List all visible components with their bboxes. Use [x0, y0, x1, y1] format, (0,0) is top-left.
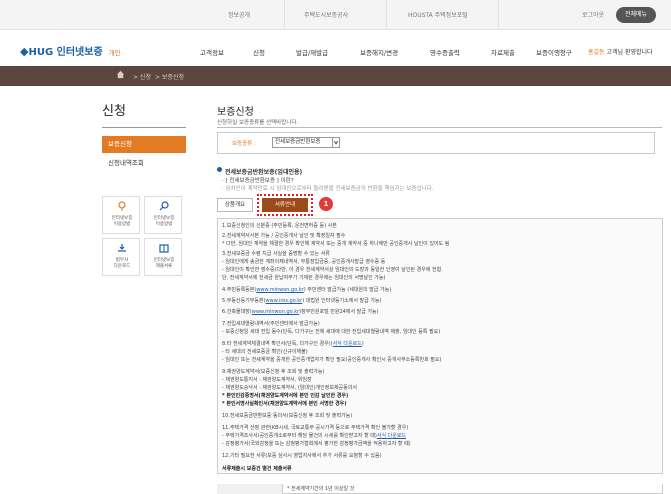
page-title: 보증신청: [217, 107, 254, 118]
nav-receipt[interactable]: 영수증출력: [430, 47, 460, 57]
breadcrumb-apply[interactable]: > 신청: [133, 72, 151, 81]
doc-item: 9.채권양도계약서(보증신청 후 조회 및 출력가능): [222, 369, 325, 375]
iros-link[interactable]: www.iros.go.kr: [266, 298, 303, 304]
doc-item: 12.기타 필요한 서류(보증 심사시 영업지사에서 추가 서류를 요청할 수 …: [222, 453, 382, 459]
divider: [102, 127, 186, 128]
home-icon[interactable]: [116, 70, 125, 79]
doc-item: 단, 전세계약서에 전세금 완납여부가 기재된 경우에는 임대인의 서명날인 가…: [222, 275, 386, 281]
link-housta[interactable]: HOUSTA 주택정보포털: [408, 10, 468, 19]
doc-item: - 임대인 또는 전세계약을 중개한 공인중개업자가 확인 필요(공인중개사 확…: [222, 357, 442, 363]
utility-bar: 정보공개 주택도시보증공사 HOUSTA 주택정보포털 로그아웃 전체메뉴: [0, 0, 671, 30]
doc-item: - 임대인이 확인한 영수증(다만, 이 경우 전세계약서상 임대인의 도장과 …: [222, 267, 443, 273]
download-icon: [118, 244, 126, 252]
bottom-row: [217, 484, 663, 494]
doc-item: - 채권양도승낙서 : 채권양도계약서, (임대인)개인정보제공동의서: [222, 385, 357, 391]
guarantee-type-select[interactable]: 전세보증금반환보증: [272, 137, 340, 148]
eais-link[interactable]: www.minwon.go.kr: [252, 309, 299, 315]
site-logo[interactable]: ◆HUG 인터넷보증 개인: [20, 43, 121, 58]
bottom-row-text: * 전세계약기간의 1년 이상일 것: [287, 486, 355, 492]
doc-item: - 타 세대의 전세보증금 확인(신규이체불): [222, 349, 308, 355]
doc-item: 10.전세보증금반환보증 동의서(보증신청 후 조회 및 출력가능): [222, 413, 353, 419]
doc-item: 4.주민등록등본(www.minwon.go.kr) 주민센터 발급가능 (세대…: [222, 287, 392, 293]
search-icon: [159, 201, 169, 211]
divider: [217, 127, 662, 128]
section-line: · 임차인이 계약만료 시 임대인으로부터 돌려받을 전세보증금의 반환을 책임…: [222, 186, 434, 192]
doc-item: 1.보증신청인의 신분증 (주민등록, 운전면허증 등) 사본: [222, 223, 337, 229]
app-page: 정보공개 주택도시보증공사 HOUSTA 주택정보포털 로그아웃 전체메뉴 ◆H…: [0, 0, 671, 494]
doc-item: 7.전입세대열람내역서(주민센터에서 발급가능): [222, 321, 320, 327]
link-hug[interactable]: 주택도시보증공사: [304, 10, 348, 19]
doc-item-bold: 서류제출시 보증건 별건 제출서류: [222, 466, 292, 472]
doc-item: 2.전세계약서사본 가능 / 공인중개사 날인 및 확정일자 필수: [222, 233, 346, 239]
doc-item: - 감정평가서(국외감정을 또는 감정평가협회에서 평가한 감정평가금액을 적용…: [222, 441, 411, 447]
quick-link-guide[interactable]: 인터넷보증 이용방법: [102, 196, 140, 234]
doc-item: 5.부동산등기부등본(www.iros.go.kr) 대법원 인터넷등기소에서 …: [222, 298, 382, 304]
doc-item: 8.타 전세계약체결내역 확인서(단독, 다가구인 경우)(서식 다운로드): [222, 341, 364, 347]
doc-item: - 주택가격조사서(공인중개소로부터 해당 물건의 시세를 확인받고자 할 때)…: [222, 433, 407, 439]
location-icon: [118, 201, 126, 211]
chevron-down-icon[interactable]: [332, 138, 339, 147]
left-menu-title: 신청: [102, 104, 126, 119]
form-download-link-2[interactable]: 서식 다운로드: [377, 433, 406, 439]
link-disclosure[interactable]: 정보공개: [228, 10, 250, 19]
section-title: 전세보증금반환보증(임대인용): [225, 169, 303, 176]
nav-issue[interactable]: 발급/재발급: [296, 47, 328, 57]
step-badge: 1: [319, 197, 333, 211]
form-download-link[interactable]: 서식 다운로드: [333, 341, 362, 347]
book-icon: [159, 244, 169, 253]
nav-submit[interactable]: 자료제출: [491, 47, 515, 57]
doc-item: 6.건축물대장(www.minwon.go.kr)정부민원포털 민원24에서 발…: [222, 309, 379, 315]
doc-item: - 임대인에게 송금한 계좌이체내역서, 무통장입금증, 공인중개사발급 영수증…: [222, 259, 386, 265]
quick-link-download[interactable]: 법무사 다운로드: [102, 238, 140, 276]
doc-item: - 채권양도통지서 : 채권양도계약서, 위임장: [222, 377, 312, 383]
section-bullet-icon: [217, 167, 222, 172]
breadcrumb: [0, 66, 671, 86]
breadcrumb-guarantee: > 보증신청: [155, 74, 185, 81]
doc-item-bold: * 본인서명사실확인서(채권양도계약서에 본인 서명한 경우): [222, 401, 347, 407]
quick-link-usage[interactable]: 인터넷보증 이용방법: [144, 196, 182, 234]
nav-claim[interactable]: 보증이행청구: [536, 47, 572, 57]
menu-item-history[interactable]: 신청내역조회: [102, 157, 144, 167]
tab-overview[interactable]: 상품개요: [217, 198, 253, 212]
page-description: 신청하실 보증종류를 선택바랍니다.: [217, 120, 299, 126]
nav-customer[interactable]: 고객정보: [200, 47, 224, 57]
section-line: · [ 전세보증금반환보증 ] 이란?: [222, 178, 294, 184]
highlight-box: [257, 194, 313, 216]
nav-terminate[interactable]: 보증해지/변경: [360, 47, 398, 57]
doc-item: 11.주택가격 산정 관련(KB시세, 국토교통부 공시가격 등으로 주택가격 …: [222, 425, 409, 431]
nav-apply[interactable]: 신청: [253, 47, 265, 57]
full-menu-button[interactable]: 전체메뉴: [616, 7, 656, 23]
guarantee-type-label: 보증종류 :: [232, 141, 256, 147]
doc-item: 3.전세보증금 수령 지급 사실을 증명할 수 있는 서류: [222, 251, 330, 257]
bottom-row-label: [217, 484, 283, 494]
doc-item: - 보증신청일 세대 전입 동수(단독, 다가구는 전체 세대에 대한 전입세대…: [222, 329, 441, 335]
user-greeting: 홍길동 고객님 환영합니다: [588, 49, 653, 56]
logo-subtitle: 개인: [108, 49, 121, 57]
doc-item-bold: * 본인인감증명서(채권양도계약서에 본인 인감 날인한 경우): [222, 393, 349, 399]
quick-link-documents[interactable]: 인터넷보증 제출서류: [144, 238, 182, 276]
minwon-link[interactable]: www.minwon.go.kr: [256, 287, 303, 293]
menu-item-apply[interactable]: 보증신청: [102, 136, 186, 153]
logout-link[interactable]: 로그아웃: [582, 10, 604, 19]
doc-item: * 다만, 임대인 계약을 체결한 경우 확인해 계약서 또는 중개 계약서 중…: [222, 241, 450, 247]
